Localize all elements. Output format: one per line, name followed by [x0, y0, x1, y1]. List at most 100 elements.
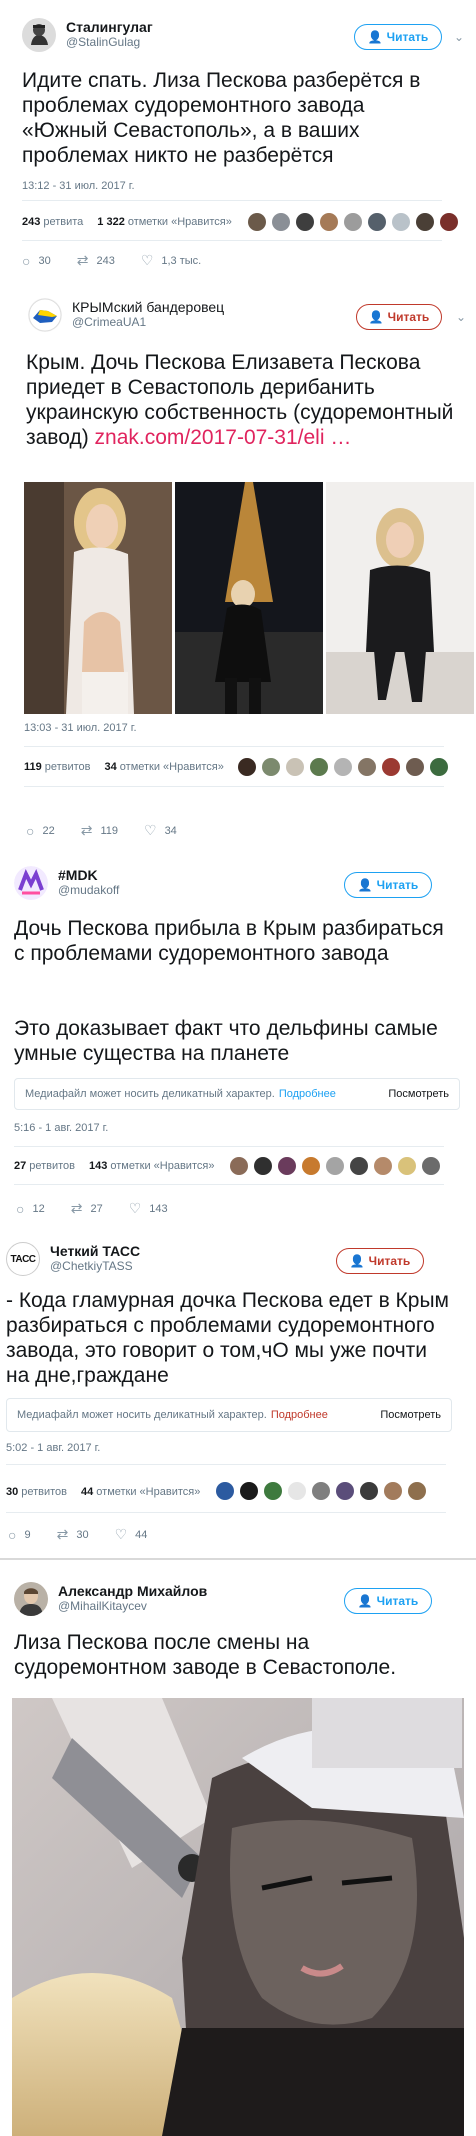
follow-button[interactable]: 👤 Читать: [344, 1588, 432, 1614]
avatar[interactable]: [350, 1157, 368, 1175]
avatar[interactable]: [384, 1482, 402, 1500]
avatar[interactable]: [320, 213, 338, 231]
avatar[interactable]: [230, 1157, 248, 1175]
view-media-button[interactable]: Посмотреть: [388, 1088, 449, 1100]
photo[interactable]: [12, 1698, 464, 2136]
avatar[interactable]: [310, 758, 328, 776]
display-name[interactable]: Александр Михайлов: [58, 1584, 207, 1599]
avatar[interactable]: [254, 1157, 272, 1175]
likes-count[interactable]: 34: [105, 761, 117, 773]
retweets-label: ретвитов: [21, 1486, 68, 1498]
avatar[interactable]: [288, 1482, 306, 1500]
retweets-count[interactable]: 243: [22, 216, 40, 228]
timestamp[interactable]: 5:16 - 1 авг. 2017 г.: [14, 1122, 108, 1134]
user-handle[interactable]: @ChetkiyTASS: [50, 1259, 140, 1274]
like-button[interactable]: ♡ 143: [129, 1200, 168, 1217]
chevron-down-icon[interactable]: ⌄: [454, 30, 464, 44]
retweets-count[interactable]: 30: [6, 1486, 18, 1498]
avatar[interactable]: [440, 213, 458, 231]
follow-button[interactable]: 👤 Читать: [344, 872, 432, 898]
avatar[interactable]: [278, 1157, 296, 1175]
display-name[interactable]: Сталингулаг: [66, 20, 153, 35]
likes-count[interactable]: 143: [89, 1160, 107, 1172]
avatar[interactable]: [238, 758, 256, 776]
avatar[interactable]: [406, 758, 424, 776]
reply-count: 12: [32, 1202, 45, 1215]
avatar[interactable]: [28, 298, 62, 332]
reply-button[interactable]: ○ 9: [8, 1527, 31, 1543]
avatar[interactable]: [14, 1582, 48, 1616]
retweet-button[interactable]: ⇄ 30: [57, 1526, 89, 1543]
reply-icon: ○: [16, 1200, 25, 1217]
retweet-count: 243: [96, 254, 115, 267]
avatar[interactable]: [344, 213, 362, 231]
like-button[interactable]: ♡ 44: [115, 1526, 148, 1543]
avatar[interactable]: [382, 758, 400, 776]
avatar[interactable]: [398, 1157, 416, 1175]
user-handle[interactable]: @StalinGulag: [66, 35, 153, 50]
avatar[interactable]: [272, 213, 290, 231]
learn-more-link[interactable]: Подробнее: [271, 1409, 328, 1421]
tweet-2: КРЫМский бандеровец @CrimeaUA1 👤 Читать ⌄…: [0, 280, 476, 850]
like-button[interactable]: ♡ 34: [144, 822, 177, 839]
reply-button[interactable]: ○ 12: [16, 1201, 45, 1217]
avatar[interactable]: [312, 1482, 330, 1500]
user-handle[interactable]: @mudakoff: [58, 883, 119, 898]
reply-button[interactable]: ○ 22: [26, 823, 55, 839]
display-name[interactable]: Четкий ТАСС: [50, 1244, 140, 1259]
avatar[interactable]: [302, 1157, 320, 1175]
avatar[interactable]: [430, 758, 448, 776]
avatar[interactable]: [392, 213, 410, 231]
tweet-text: - Кода гламурная дочка Пескова едет в Кр…: [6, 1289, 449, 1387]
like-button[interactable]: ♡ 1,3 тыс.: [141, 252, 201, 269]
retweet-button[interactable]: ⇄ 243: [77, 252, 115, 269]
photo-3[interactable]: [326, 482, 474, 714]
photo-2[interactable]: [175, 482, 323, 714]
avatar[interactable]: [358, 758, 376, 776]
avatar[interactable]: [216, 1482, 234, 1500]
retweet-icon: ⇄: [80, 822, 93, 838]
avatar[interactable]: TACC: [6, 1242, 40, 1276]
avatar[interactable]: [422, 1157, 440, 1175]
user-handle[interactable]: @CrimeaUA1: [72, 315, 224, 330]
likes-count[interactable]: 44: [81, 1486, 93, 1498]
retweets-count[interactable]: 119: [24, 761, 42, 773]
retweet-button[interactable]: ⇄ 27: [71, 1200, 103, 1217]
follow-button[interactable]: 👤 Читать: [354, 24, 442, 50]
learn-more-link[interactable]: Подробнее: [279, 1088, 336, 1100]
avatar[interactable]: [360, 1482, 378, 1500]
avatar[interactable]: [368, 213, 386, 231]
avatar[interactable]: [336, 1482, 354, 1500]
avatar[interactable]: [264, 1482, 282, 1500]
timestamp[interactable]: 5:02 - 1 авг. 2017 г.: [6, 1442, 100, 1454]
tweet-link[interactable]: znak.com/2017-07-31/eli …: [95, 426, 352, 449]
follow-button[interactable]: 👤 Читать: [356, 304, 442, 330]
display-name[interactable]: #MDK: [58, 868, 119, 883]
avatar[interactable]: [326, 1157, 344, 1175]
timestamp[interactable]: 13:12 - 31 июл. 2017 г.: [22, 180, 135, 192]
view-media-button[interactable]: Посмотреть: [380, 1409, 441, 1421]
avatar[interactable]: [334, 758, 352, 776]
follow-button[interactable]: 👤 Читать: [336, 1248, 424, 1274]
avatar[interactable]: [416, 213, 434, 231]
avatar[interactable]: [296, 213, 314, 231]
avatar[interactable]: [262, 758, 280, 776]
avatar[interactable]: [22, 18, 56, 52]
avatar[interactable]: [14, 866, 48, 900]
user-handle[interactable]: @MihailKitaycev: [58, 1599, 207, 1614]
photo-1[interactable]: [24, 482, 172, 714]
avatar[interactable]: [240, 1482, 258, 1500]
retweet-count: 27: [90, 1202, 103, 1215]
retweet-button[interactable]: ⇄ 119: [81, 822, 118, 839]
reply-button[interactable]: ○ 30: [22, 253, 51, 269]
divider: [6, 1464, 446, 1465]
avatar[interactable]: [286, 758, 304, 776]
retweets-count[interactable]: 27: [14, 1160, 26, 1172]
chevron-down-icon[interactable]: ⌄: [456, 310, 466, 324]
likes-count[interactable]: 1 322: [97, 216, 125, 228]
avatar[interactable]: [408, 1482, 426, 1500]
avatar[interactable]: [248, 213, 266, 231]
avatar[interactable]: [374, 1157, 392, 1175]
timestamp[interactable]: 13:03 - 31 июл. 2017 г.: [24, 722, 137, 734]
display-name[interactable]: КРЫМский бандеровец: [72, 300, 224, 315]
